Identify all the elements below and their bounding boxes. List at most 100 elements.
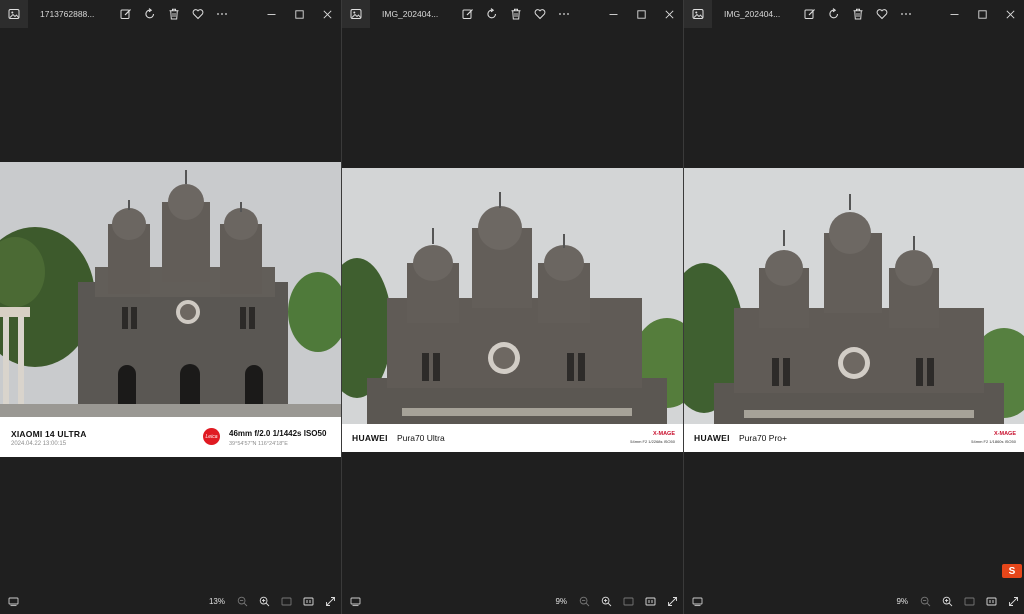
fullscreen-icon xyxy=(667,596,677,606)
title-bar: 1713762888... xyxy=(0,0,341,28)
site-logo: S xyxy=(1002,564,1022,578)
actual-size-button[interactable] xyxy=(980,588,1002,614)
minimize-icon xyxy=(609,13,617,15)
close-button[interactable] xyxy=(313,0,341,28)
delete-button[interactable] xyxy=(162,0,186,28)
fullscreen-button[interactable] xyxy=(319,588,341,614)
zoom-in-icon xyxy=(601,596,611,606)
fullscreen-button[interactable] xyxy=(1002,588,1024,614)
camera-model: Pura70 Pro+ xyxy=(739,433,787,443)
fit-window-button[interactable] xyxy=(617,588,639,614)
title-bar: IMG_202404... xyxy=(342,0,683,28)
photo-viewer-window-1: 1713762888... XIAOMI 14 ULTRA 2024.04.22… xyxy=(0,0,341,614)
minimize-button[interactable] xyxy=(599,0,627,28)
favorite-button[interactable] xyxy=(186,0,210,28)
rotate-button[interactable] xyxy=(822,0,846,28)
bottom-bar: 9% xyxy=(342,588,683,614)
favorite-icon xyxy=(876,9,888,20)
minimize-button[interactable] xyxy=(940,0,968,28)
delete-icon xyxy=(853,8,863,20)
fit-icon xyxy=(964,597,974,605)
close-button[interactable] xyxy=(996,0,1024,28)
filmstrip-icon xyxy=(350,597,360,606)
zoom-out-button[interactable] xyxy=(231,588,253,614)
filmstrip-icon xyxy=(692,597,702,606)
rotate-icon xyxy=(829,8,839,19)
minimize-button[interactable] xyxy=(257,0,285,28)
bottom-bar: 13% xyxy=(0,588,341,614)
edit-icon xyxy=(120,9,131,19)
actual-size-icon xyxy=(303,597,313,605)
photos-app-icon xyxy=(0,0,28,28)
rotate-button[interactable] xyxy=(138,0,162,28)
camera-brand: HUAWEI xyxy=(352,433,388,443)
fullscreen-button[interactable] xyxy=(661,588,683,614)
photo-image xyxy=(684,168,1024,424)
file-name: IMG_202404... xyxy=(724,9,781,19)
camera-model: XIAOMI 14 ULTRA xyxy=(11,429,87,439)
more-icon xyxy=(217,13,227,15)
fit-icon xyxy=(623,597,633,605)
exposure-params: 54mm F2 1/1860s ISO50 xyxy=(971,439,1016,444)
more-button[interactable] xyxy=(210,0,234,28)
leica-logo: Leica xyxy=(203,428,220,445)
edit-button[interactable] xyxy=(456,0,480,28)
rotate-icon xyxy=(145,8,155,19)
exposure-params: 46mm f/2.0 1/1442s ISO50 xyxy=(229,429,327,438)
rotate-icon xyxy=(487,8,497,19)
zoom-in-button[interactable] xyxy=(936,588,958,614)
rotate-button[interactable] xyxy=(480,0,504,28)
maximize-button[interactable] xyxy=(285,0,313,28)
actual-size-icon xyxy=(645,597,655,605)
edit-icon xyxy=(462,9,473,19)
favorite-icon xyxy=(534,9,546,20)
zoom-out-icon xyxy=(579,596,589,606)
fullscreen-icon xyxy=(325,596,335,606)
edit-button[interactable] xyxy=(798,0,822,28)
more-button[interactable] xyxy=(552,0,576,28)
file-name: 1713762888... xyxy=(40,9,95,19)
edit-icon xyxy=(804,9,815,19)
camera-model: Pura70 Ultra xyxy=(397,433,445,443)
fit-window-button[interactable] xyxy=(958,588,980,614)
minimize-icon xyxy=(267,13,275,15)
actual-size-button[interactable] xyxy=(297,588,319,614)
file-name: IMG_202404... xyxy=(382,9,439,19)
zoom-in-button[interactable] xyxy=(595,588,617,614)
more-icon xyxy=(559,13,569,15)
photo-image xyxy=(342,168,683,424)
fit-icon xyxy=(281,597,291,605)
more-button[interactable] xyxy=(894,0,918,28)
filmstrip-icon xyxy=(8,597,18,606)
zoom-level: 9% xyxy=(555,596,567,606)
capture-datetime: 2024.04.22 13:00:15 xyxy=(11,441,67,447)
photo-watermark: XIAOMI 14 ULTRA 2024.04.22 13:00:15 Leic… xyxy=(0,417,341,457)
fit-window-button[interactable] xyxy=(275,588,297,614)
edit-button[interactable] xyxy=(114,0,138,28)
filmstrip-button[interactable] xyxy=(686,588,708,614)
favorite-button[interactable] xyxy=(870,0,894,28)
maximize-button[interactable] xyxy=(968,0,996,28)
gps-coordinates: 39°54'57"N 116°24'18"E xyxy=(229,441,288,447)
photo-viewer-window-2: IMG_202404... HUAWEI Pura70 Ultra X-MAGE… xyxy=(342,0,683,614)
zoom-out-button[interactable] xyxy=(573,588,595,614)
delete-button[interactable] xyxy=(846,0,870,28)
close-icon xyxy=(1005,9,1015,19)
zoom-in-button[interactable] xyxy=(253,588,275,614)
xmage-logo: X-MAGE xyxy=(994,431,1016,437)
zoom-in-icon xyxy=(259,596,269,606)
maximize-button[interactable] xyxy=(627,0,655,28)
actual-size-icon xyxy=(986,597,996,605)
actual-size-button[interactable] xyxy=(639,588,661,614)
favorite-icon xyxy=(192,9,204,20)
zoom-out-button[interactable] xyxy=(914,588,936,614)
close-button[interactable] xyxy=(655,0,683,28)
delete-button[interactable] xyxy=(504,0,528,28)
filmstrip-button[interactable] xyxy=(344,588,366,614)
filmstrip-button[interactable] xyxy=(2,588,24,614)
minimize-icon xyxy=(950,13,958,15)
photo-viewer-window-3: IMG_202404... HUAWEI Pura70 Pro+ X-MAGE … xyxy=(684,0,1024,614)
favorite-button[interactable] xyxy=(528,0,552,28)
fullscreen-icon xyxy=(1008,596,1018,606)
photo-watermark: HUAWEI Pura70 Ultra X-MAGE 54mm F2 1/226… xyxy=(342,424,683,452)
